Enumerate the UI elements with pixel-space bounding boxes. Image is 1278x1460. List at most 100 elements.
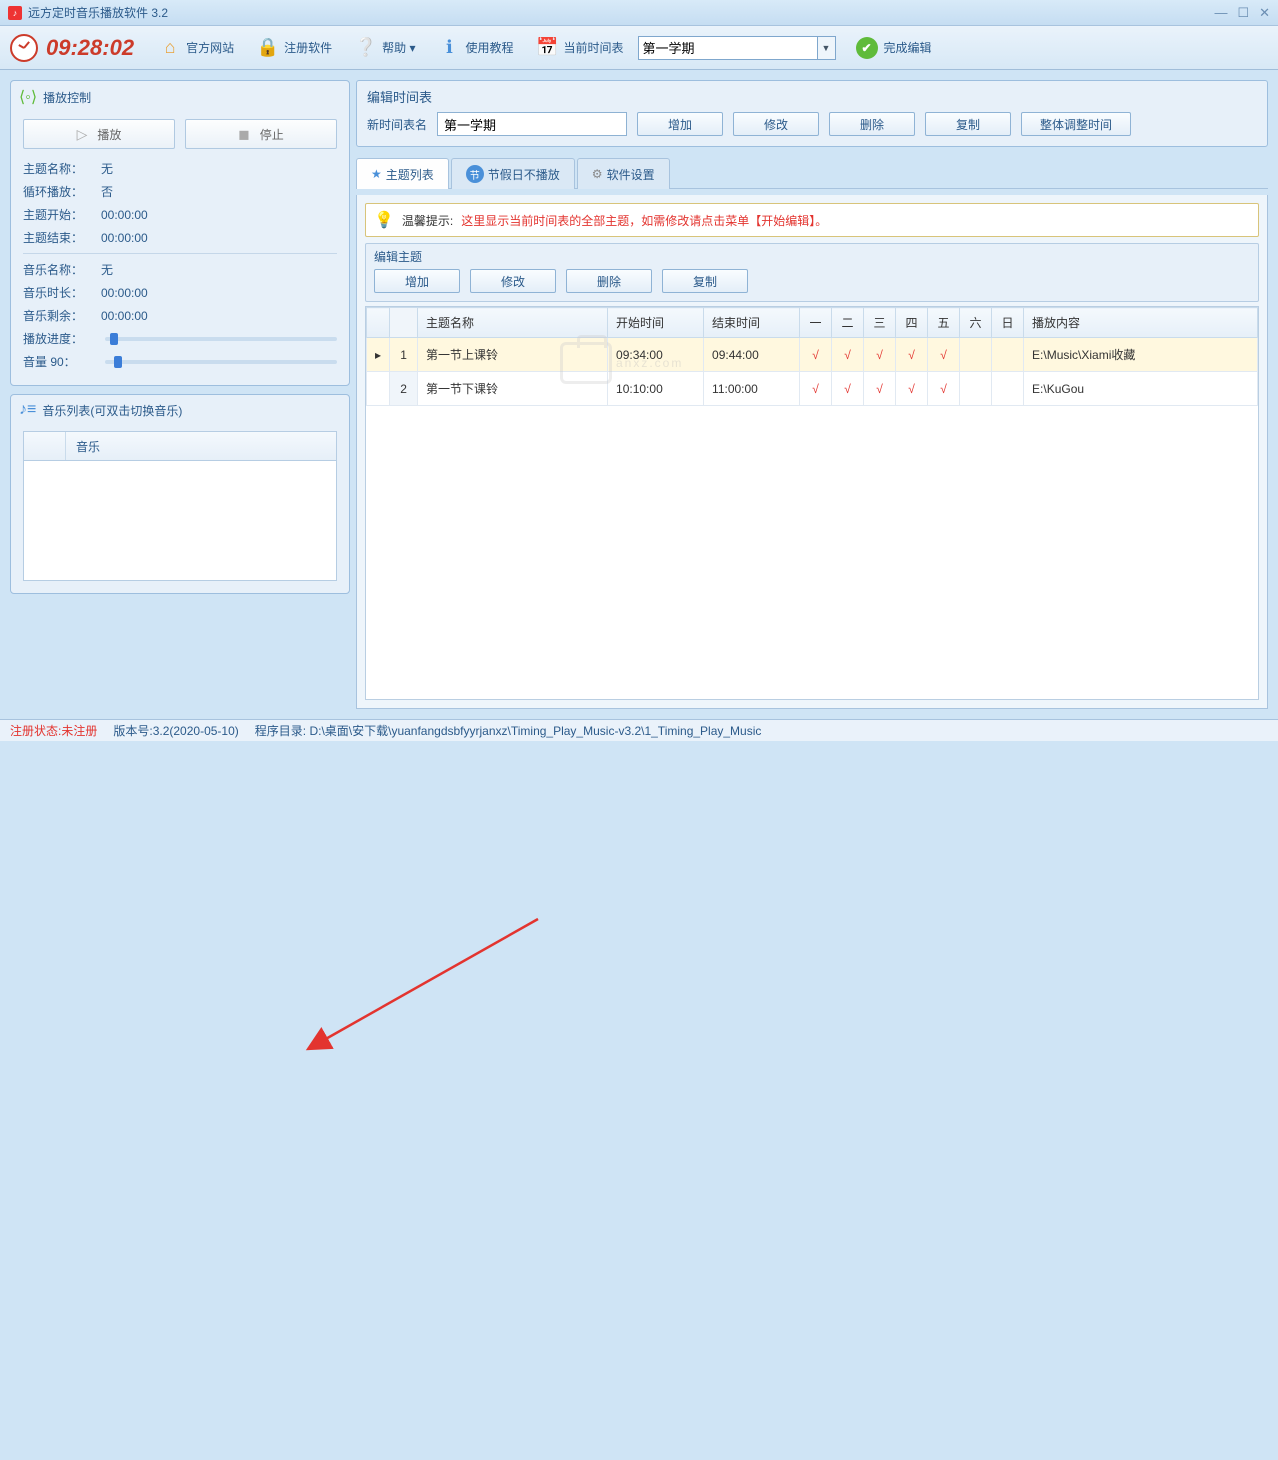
theme-delete-button[interactable]: 删除 — [566, 269, 652, 293]
calendar-icon: 📅 — [535, 36, 559, 60]
theme-start-label: 主题开始： — [23, 206, 101, 223]
clock-time: 09:28:02 — [46, 35, 134, 61]
volume-slider[interactable] — [105, 360, 337, 364]
close-button[interactable]: ✕ — [1259, 5, 1270, 21]
col-d3[interactable]: 三 — [864, 308, 896, 338]
star-icon: ★ — [371, 167, 382, 181]
edit-schedule-box: 编辑时间表 新时间表名 增加 修改 删除 复制 整体调整时间 — [356, 80, 1268, 147]
music-name-value: 无 — [101, 261, 113, 278]
official-site-label: 官方网站 — [186, 39, 234, 56]
toolbar: 09:28:02 ⌂官方网站 🔒注册软件 ❔帮助 ▾ ℹ使用教程 📅当前时间表 … — [0, 26, 1278, 70]
tab-content: 💡 温馨提示: 这里显示当前时间表的全部主题，如需修改请点击菜单【开始编辑】。 … — [356, 195, 1268, 709]
schedule-delete-button[interactable]: 删除 — [829, 112, 915, 136]
finish-edit-button[interactable]: ✔完成编辑 — [856, 37, 932, 59]
annotation-arrow — [0, 719, 1278, 1460]
reg-label: 注册状态: — [10, 724, 61, 738]
music-list-panel: ♪≡音乐列表(可双击切换音乐) 音乐 — [10, 394, 350, 594]
stop-icon: ◼ — [238, 126, 250, 143]
remain-value: 00:00:00 — [101, 309, 148, 323]
music-list-body[interactable] — [23, 461, 337, 581]
info-icon: ℹ — [437, 36, 461, 60]
schedule-copy-button[interactable]: 复制 — [925, 112, 1011, 136]
hint-text: 这里显示当前时间表的全部主题，如需修改请点击菜单【开始编辑】。 — [461, 212, 827, 229]
stop-label: 停止 — [260, 126, 284, 143]
reg-value: 未注册 — [61, 724, 97, 738]
schedule-add-button[interactable]: 增加 — [637, 112, 723, 136]
holiday-icon: 节 — [466, 165, 484, 183]
stop-button[interactable]: ◼ 停止 — [185, 119, 337, 149]
finish-edit-label: 完成编辑 — [884, 39, 932, 56]
register-label: 注册软件 — [284, 39, 332, 56]
schedule-name-input[interactable] — [437, 112, 627, 136]
play-label: 播放 — [97, 126, 121, 143]
music-name-label: 音乐名称： — [23, 261, 101, 278]
schedule-select[interactable] — [638, 36, 818, 60]
tab-themes-label: 主题列表 — [386, 166, 434, 183]
loop-value: 否 — [101, 183, 113, 200]
tab-holiday-label: 节假日不播放 — [488, 166, 560, 183]
table-row[interactable]: 2第一节下课铃10:10:0011:00:00√√√√√E:\KuGou — [367, 372, 1258, 406]
official-site-button[interactable]: ⌂官方网站 — [150, 32, 242, 64]
schedule-dropdown-icon[interactable]: ▼ — [818, 36, 836, 60]
progress-label: 播放进度： — [23, 330, 101, 347]
col-name[interactable]: 主题名称 — [418, 308, 608, 338]
theme-copy-button[interactable]: 复制 — [662, 269, 748, 293]
hint-prefix: 温馨提示: — [402, 212, 453, 229]
help-icon: ❔ — [354, 36, 378, 60]
dir-value: D:\桌面\安下载\yuanfangdsbfyyrjanxz\Timing_Pl… — [309, 724, 761, 738]
maximize-button[interactable]: ☐ — [1237, 5, 1249, 21]
col-end[interactable]: 结束时间 — [704, 308, 800, 338]
music-list-header: 音乐 — [23, 431, 337, 461]
tab-themes[interactable]: ★ 主题列表 — [356, 158, 449, 189]
tab-settings-label: 软件设置 — [607, 166, 655, 183]
theme-modify-button[interactable]: 修改 — [470, 269, 556, 293]
minimize-button[interactable]: — — [1214, 5, 1227, 21]
register-button[interactable]: 🔒注册软件 — [248, 32, 340, 64]
music-list-title: 音乐列表(可双击切换音乐) — [42, 402, 182, 419]
help-button[interactable]: ❔帮助 ▾ — [346, 32, 423, 64]
col-d2[interactable]: 二 — [832, 308, 864, 338]
col-d7[interactable]: 日 — [992, 308, 1024, 338]
tutorial-button[interactable]: ℹ使用教程 — [429, 32, 521, 64]
duration-value: 00:00:00 — [101, 286, 148, 300]
window-title: 远方定时音乐播放软件 3.2 — [28, 4, 168, 21]
col-d6[interactable]: 六 — [960, 308, 992, 338]
theme-grid[interactable]: 主题名称 开始时间 结束时间 一 二 三 四 五 六 日 播放内容 ▸1第一节上… — [365, 306, 1259, 700]
table-row[interactable]: ▸1第一节上课铃09:34:0009:44:00√√√√√E:\Music\Xi… — [367, 338, 1258, 372]
music-col-header: 音乐 — [66, 438, 100, 455]
col-d5[interactable]: 五 — [928, 308, 960, 338]
col-d1[interactable]: 一 — [800, 308, 832, 338]
progress-slider[interactable] — [105, 337, 337, 341]
theme-add-button[interactable]: 增加 — [374, 269, 460, 293]
play-control-title: 播放控制 — [43, 89, 91, 106]
schedule-name-label: 新时间表名 — [367, 116, 427, 133]
title-bar: ♪ 远方定时音乐播放软件 3.2 — ☐ ✕ — [0, 0, 1278, 26]
tab-settings[interactable]: ⚙ 软件设置 — [577, 158, 670, 189]
theme-end-value: 00:00:00 — [101, 231, 148, 245]
schedule-label: 当前时间表 — [563, 39, 623, 56]
schedule-adjust-button[interactable]: 整体调整时间 — [1021, 112, 1131, 136]
schedule-modify-button[interactable]: 修改 — [733, 112, 819, 136]
theme-start-value: 00:00:00 — [101, 208, 148, 222]
home-icon: ⌂ — [158, 36, 182, 60]
play-button[interactable]: ▷播放 — [23, 119, 175, 149]
lock-icon: 🔒 — [256, 36, 280, 60]
tab-holiday[interactable]: 节节假日不播放 — [451, 158, 575, 189]
edit-theme-title: 编辑主题 — [374, 248, 1250, 269]
col-d4[interactable]: 四 — [896, 308, 928, 338]
dir-label: 程序目录: — [255, 724, 306, 738]
theme-end-label: 主题结束： — [23, 229, 101, 246]
play-control-panel: ⟨◦⟩播放控制 ▷播放 ◼停止 主题名称：无 循环播放：否 主题开始：00:00… — [10, 80, 350, 386]
clock-icon — [10, 34, 38, 62]
col-start[interactable]: 开始时间 — [608, 308, 704, 338]
col-content[interactable]: 播放内容 — [1024, 308, 1258, 338]
gear-icon: ⚙ — [592, 167, 603, 181]
loop-label: 循环播放： — [23, 183, 101, 200]
edit-schedule-title: 编辑时间表 — [367, 87, 1257, 112]
duration-label: 音乐时长： — [23, 284, 101, 301]
bulb-icon: 💡 — [374, 210, 394, 230]
theme-name-label: 主题名称： — [23, 160, 101, 177]
tutorial-label: 使用教程 — [465, 39, 513, 56]
ver-label: 版本号: — [113, 724, 152, 738]
schedule-label-wrap: 📅当前时间表 — [527, 32, 631, 64]
